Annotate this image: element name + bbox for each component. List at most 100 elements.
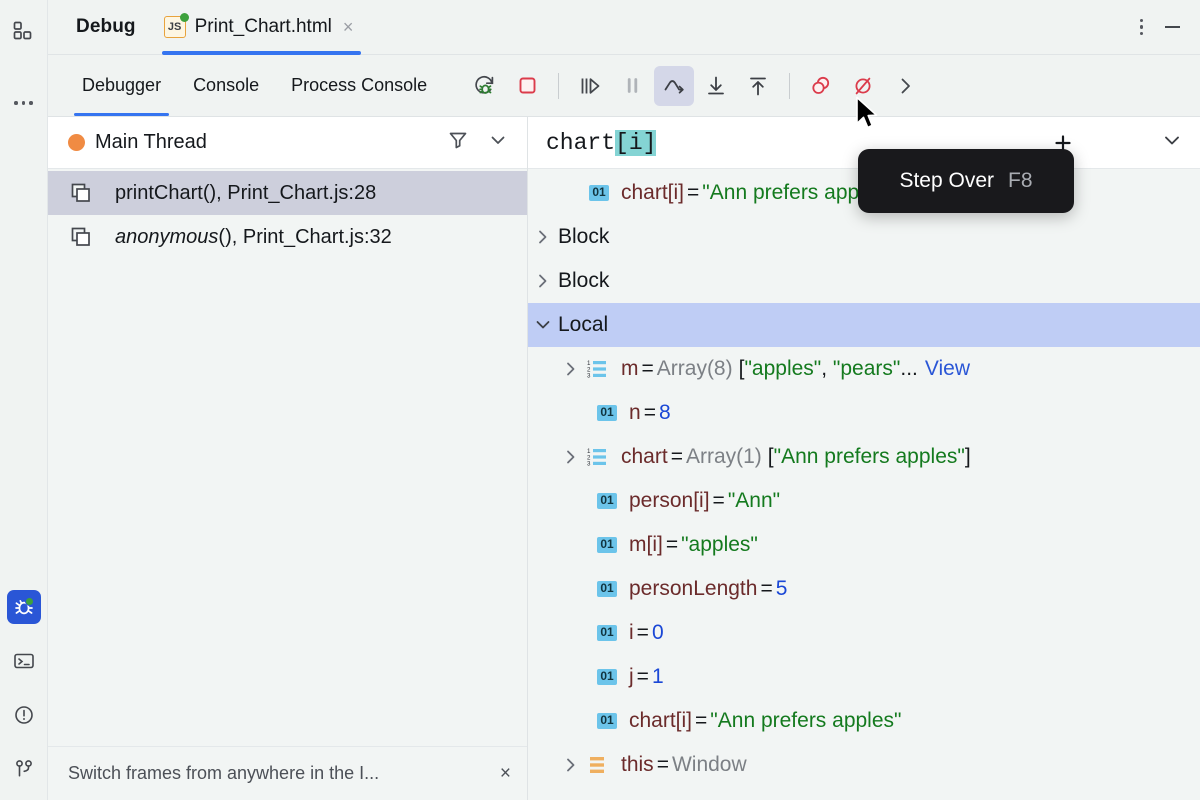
array-ellipsis: ... [900, 357, 918, 380]
toolbar-separator [558, 72, 560, 99]
step-over-tooltip: Step Over F8 [858, 149, 1074, 213]
svg-text:3: 3 [587, 373, 591, 379]
variable-name: chart[i] [621, 181, 685, 204]
frames-header: Main Thread [48, 117, 527, 169]
variable-row[interactable]: 01 j = 1 [528, 655, 1200, 699]
filter-icon[interactable] [447, 129, 469, 156]
debugger-window: Debug JS Print_Chart.html × Debugger Con… [0, 0, 1200, 800]
object-value-icon [586, 755, 612, 775]
variable-row[interactable]: 01 person[i] = "Ann" [528, 479, 1200, 523]
chevron-down-icon[interactable] [487, 129, 509, 156]
equals-sign: = [712, 489, 725, 512]
array-item: "Ann prefers apples" [773, 445, 965, 468]
variable-name: chart [621, 445, 668, 468]
variable-value: 0 [651, 621, 664, 644]
frame-row[interactable]: printChart(), Print_Chart.js:28 [48, 171, 527, 215]
step-out-button[interactable] [738, 66, 778, 106]
scope-row[interactable]: Block [528, 259, 1200, 303]
scope-row-local[interactable]: Local [528, 303, 1200, 347]
tab-debugger[interactable]: Debugger [66, 55, 177, 116]
tab-process-console[interactable]: Process Console [275, 55, 443, 116]
variable-value: Window [671, 753, 747, 776]
debug-icon[interactable] [6, 590, 41, 624]
variable-row[interactable]: 01 i = 0 [528, 611, 1200, 655]
equals-sign: = [636, 665, 649, 688]
debug-titlebar: Debug JS Print_Chart.html × [48, 0, 1200, 55]
view-breakpoints-button[interactable] [801, 66, 841, 106]
variables-tree[interactable]: 01 chart[i] = "Ann prefers apples" Block [528, 169, 1200, 800]
session-tab-print-chart[interactable]: JS Print_Chart.html × [154, 0, 370, 55]
toolbar-overflow-button[interactable] [885, 66, 925, 106]
chevron-right-icon[interactable] [556, 756, 586, 774]
frames-list[interactable]: printChart(), Print_Chart.js:28 anonymou… [48, 169, 527, 746]
rerun-button[interactable] [465, 66, 505, 106]
primitive-value-icon: 01 [594, 493, 620, 509]
thread-status-icon [68, 134, 85, 151]
variable-row[interactable]: 1 2 3 m = Array(8) [ "apples" , "pears" … [528, 347, 1200, 391]
tab-debugger-label: Debugger [82, 75, 162, 95]
variables-panel: chart[i] 01 chart[i] = "Ann prefers appl… [528, 117, 1200, 800]
tab-console[interactable]: Console [177, 55, 275, 116]
variable-name: m [621, 357, 639, 380]
close-icon[interactable]: × [500, 763, 511, 785]
variable-name: n [629, 401, 641, 424]
variable-row[interactable]: 1 2 3 chart = Array(1) [ "Ann prefers ap… [528, 435, 1200, 479]
equals-sign: = [670, 445, 683, 468]
array-open-bracket: [ [738, 357, 745, 380]
primitive-value-icon: 01 [594, 669, 620, 685]
stack-frame-icon [68, 182, 94, 204]
resume-button[interactable] [570, 66, 610, 106]
equals-sign: = [636, 621, 649, 644]
collapse-all-icon[interactable] [1160, 128, 1184, 157]
frame-label: anonymous(), Print_Chart.js:32 [115, 225, 392, 248]
primitive-value-icon: 01 [594, 405, 620, 421]
javascript-file-icon: JS [163, 13, 189, 38]
chevron-right-icon[interactable] [556, 448, 586, 466]
chevron-right-icon[interactable] [556, 360, 586, 378]
variable-row[interactable]: 01 personLength = 5 [528, 567, 1200, 611]
variable-name: personLength [629, 577, 758, 600]
step-into-button[interactable] [696, 66, 736, 106]
close-icon[interactable]: × [341, 18, 356, 36]
frames-hint-bar: Switch frames from anywhere in the I... … [48, 746, 527, 800]
variable-row[interactable]: 01 m[i] = "apples" [528, 523, 1200, 567]
variable-value: "Ann prefers apples" [710, 709, 902, 732]
debugger-tabstrip: Debugger Console Process Console [48, 55, 1200, 117]
variable-name: this [621, 753, 654, 776]
terminal-icon[interactable] [7, 644, 41, 678]
primitive-value-icon: 01 [594, 581, 620, 597]
thread-selector-label[interactable]: Main Thread [95, 131, 207, 154]
pause-button[interactable] [612, 66, 652, 106]
more-options-icon[interactable] [7, 86, 41, 120]
problems-icon[interactable] [7, 698, 41, 732]
array-value-icon: 1 2 3 [586, 359, 612, 379]
variable-value: 1 [651, 665, 664, 688]
debugger-body: Main Thread printChart(), Print_Chart.js… [48, 117, 1200, 800]
minimize-icon[interactable] [1165, 26, 1180, 28]
array-item: "apples" [744, 357, 822, 380]
options-icon[interactable] [1139, 18, 1143, 36]
scope-row[interactable]: Block [528, 215, 1200, 259]
version-control-icon[interactable] [7, 752, 41, 786]
variable-value: 5 [775, 577, 788, 600]
variable-row[interactable]: 01 n = 8 [528, 391, 1200, 435]
debug-tool-window: Debug JS Print_Chart.html × Debugger Con… [48, 0, 1200, 800]
variable-row[interactable]: this = Window [528, 743, 1200, 787]
view-array-link[interactable]: View [918, 357, 970, 381]
variable-row[interactable]: 01 chart[i] = "Ann prefers apples" [528, 699, 1200, 743]
watch-expression-input[interactable]: chart[i] [546, 129, 657, 156]
toolbar-separator [789, 72, 791, 99]
primitive-value-icon: 01 [586, 185, 612, 201]
variable-value: 8 [658, 401, 671, 424]
frames-panel: Main Thread printChart(), Print_Chart.js… [48, 117, 528, 800]
chevron-right-icon[interactable] [528, 228, 558, 246]
primitive-value-icon: 01 [594, 537, 620, 553]
project-structure-icon[interactable] [7, 14, 41, 48]
step-over-button[interactable] [654, 65, 695, 106]
stop-button[interactable] [507, 66, 547, 106]
chevron-right-icon[interactable] [528, 272, 558, 290]
frame-row[interactable]: anonymous(), Print_Chart.js:32 [48, 215, 527, 259]
chevron-down-icon[interactable] [528, 316, 558, 334]
tool-window-title: Debug [76, 16, 136, 37]
svg-text:3: 3 [587, 461, 591, 467]
